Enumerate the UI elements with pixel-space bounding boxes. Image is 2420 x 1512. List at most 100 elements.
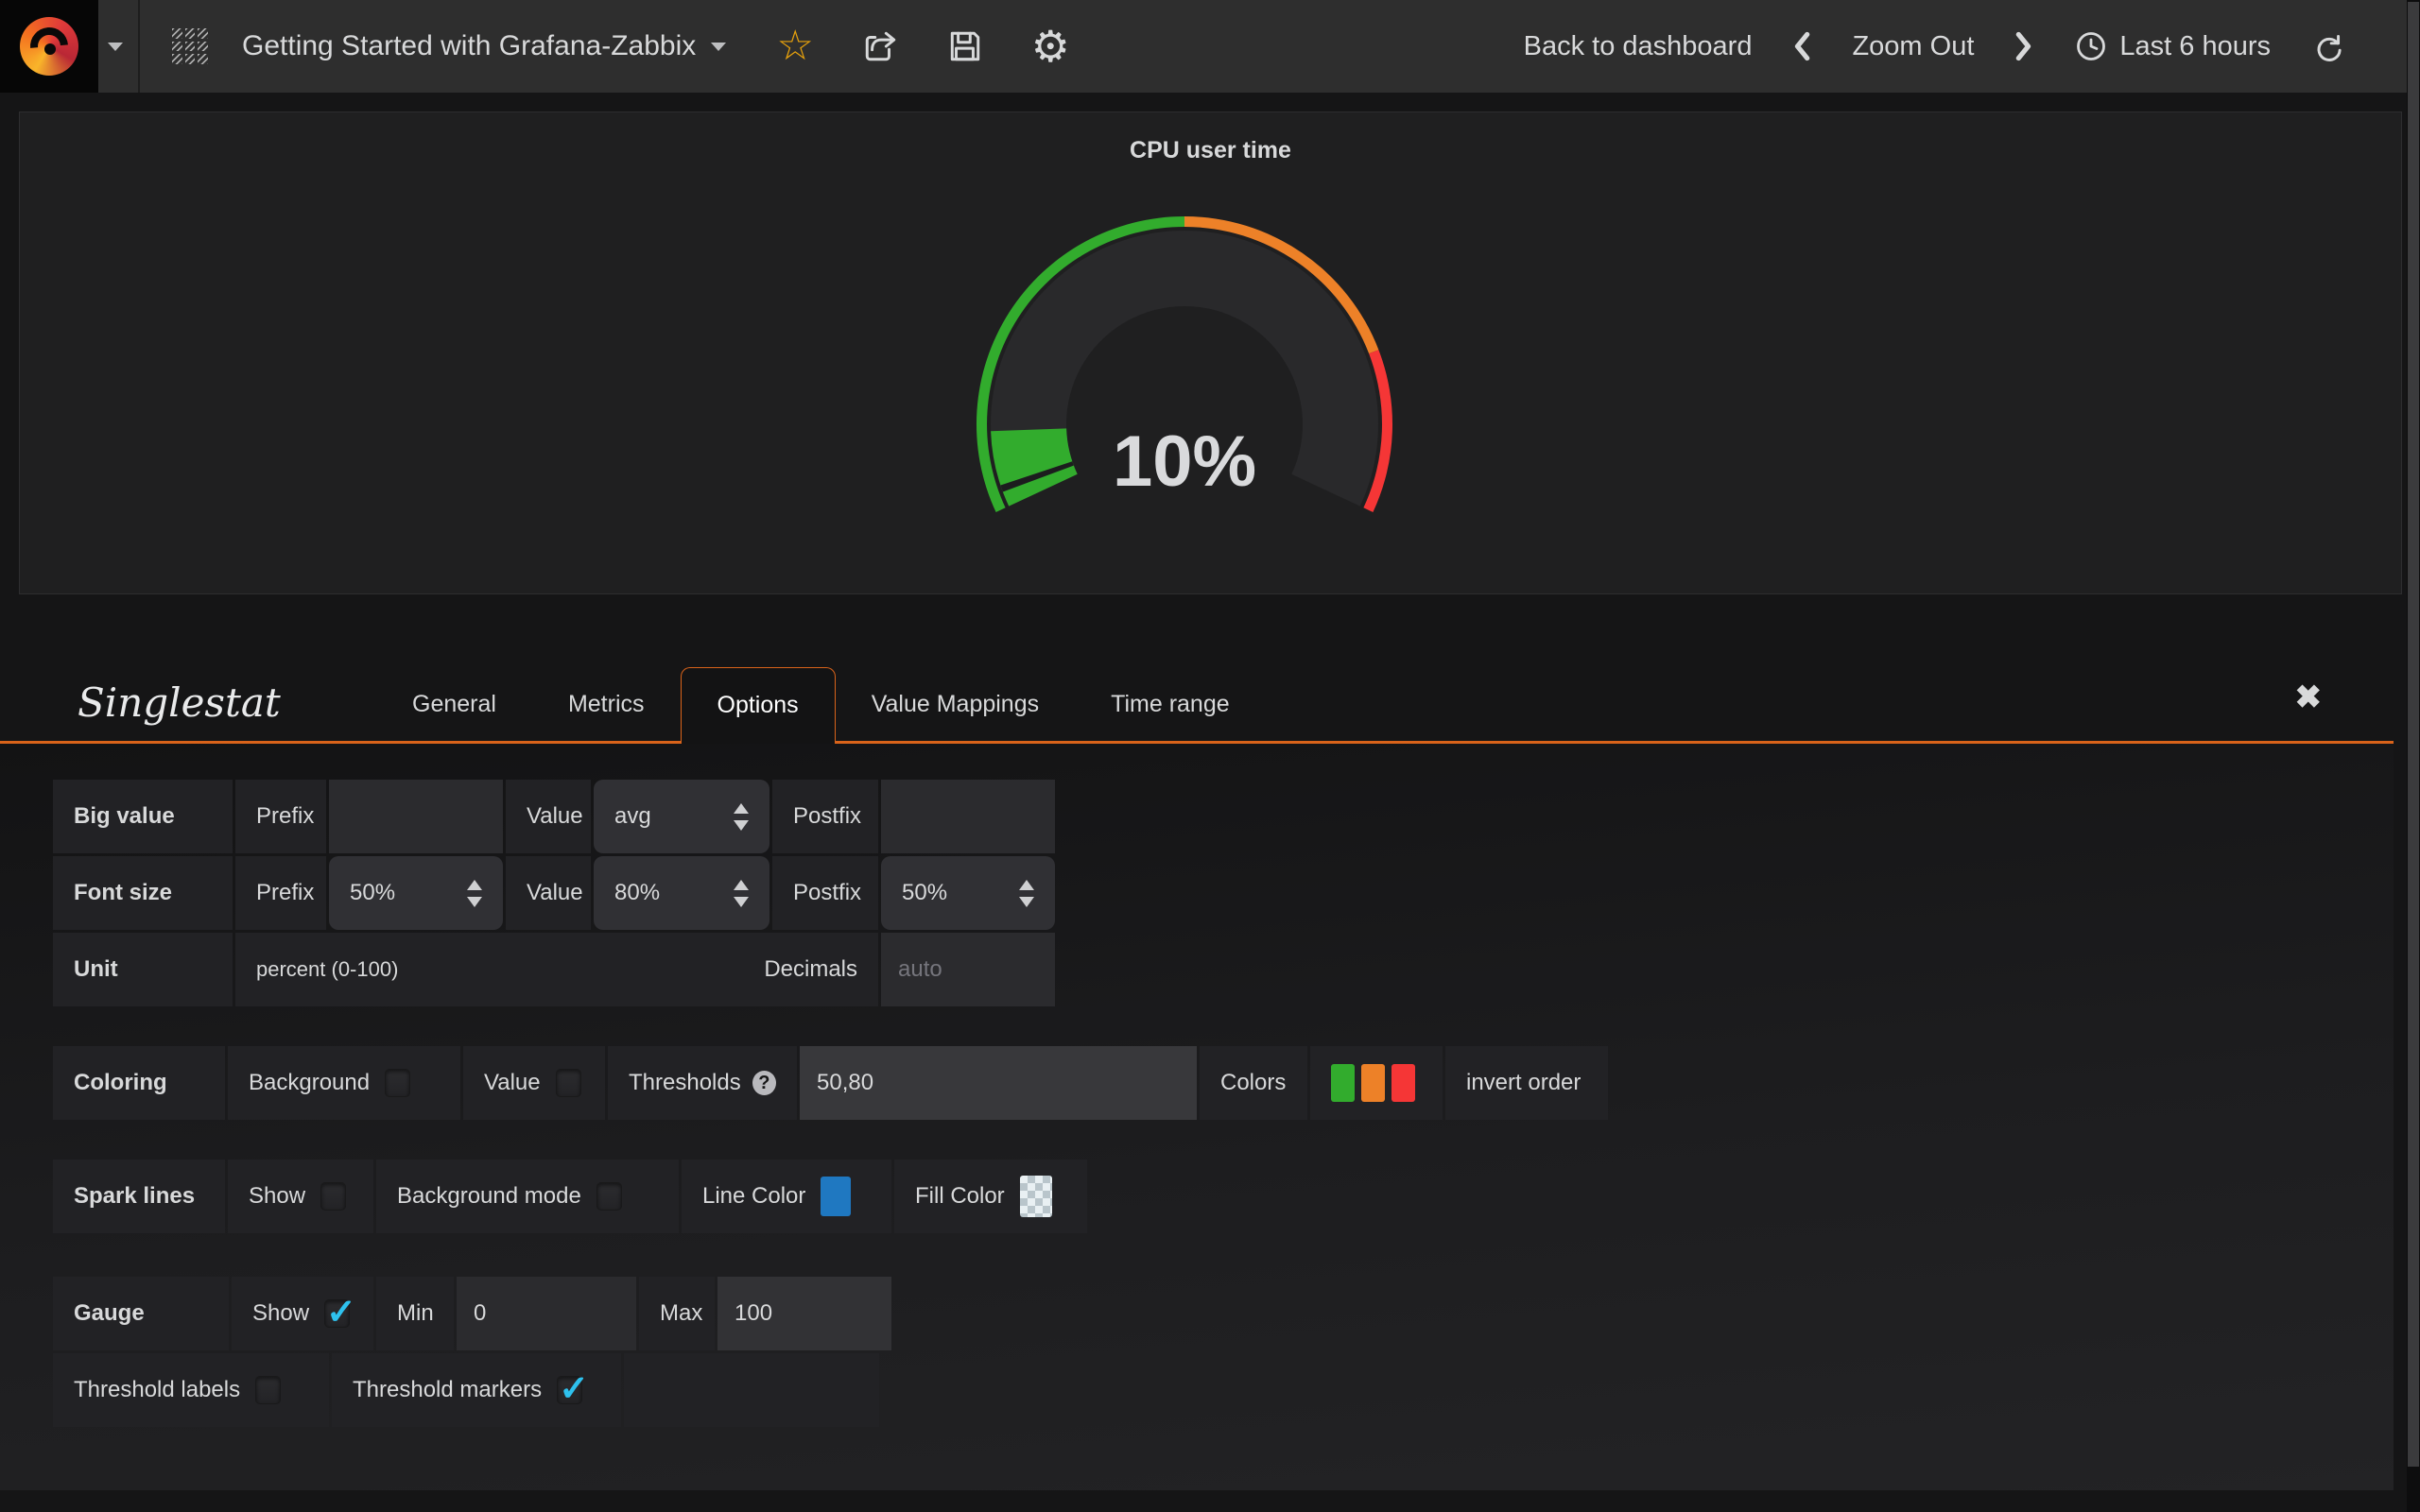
threshold-markers-cell: Threshold markers: [332, 1353, 621, 1427]
spinner-icon: [467, 880, 482, 907]
background-mode-checkbox[interactable]: [596, 1182, 622, 1211]
spark-show-cell: Show: [228, 1160, 373, 1233]
threshold-markers-checkbox[interactable]: [557, 1376, 582, 1404]
panel-type-title: Singlestat: [78, 679, 314, 726]
prefix-size-selected: 50%: [350, 880, 395, 906]
caret-down-icon[interactable]: [108, 43, 123, 51]
line-color-cell: Line Color: [682, 1160, 891, 1233]
big-value-prefix-input[interactable]: [329, 780, 503, 853]
value-stat-selected: avg: [614, 803, 651, 830]
coloring-value-cell: Value: [463, 1046, 605, 1120]
color-swatch-orange[interactable]: [1361, 1064, 1385, 1102]
value-checkbox[interactable]: [556, 1069, 581, 1097]
save-button[interactable]: [945, 26, 985, 66]
prefix-label: Prefix: [235, 780, 326, 853]
decimals-input[interactable]: [881, 933, 1055, 1006]
coloring-label: Coloring: [53, 1046, 225, 1120]
min-input[interactable]: [457, 1277, 636, 1350]
chevron-right-icon[interactable]: [2014, 31, 2034, 61]
color-swatch-green[interactable]: [1331, 1064, 1355, 1102]
thresholds-label: Thresholds: [629, 1070, 741, 1096]
color-swatch-red[interactable]: [1392, 1064, 1415, 1102]
close-editor-button[interactable]: ✖: [2295, 679, 2323, 716]
top-navbar: Getting Started with Grafana-Zabbix ☆ ⚙ …: [0, 0, 2407, 93]
min-input-cell: [457, 1277, 636, 1350]
gauge-row: Gauge Show Min Max: [53, 1277, 2394, 1350]
big-value-row: Big value Prefix Value avg Postfix: [53, 780, 2394, 853]
navbar-divider: [138, 0, 140, 93]
threshold-labels-cell: Threshold labels: [53, 1353, 329, 1427]
zoom-out-button[interactable]: Zoom Out: [1852, 31, 1974, 62]
star-icon: ☆: [777, 26, 814, 67]
gear-icon: ⚙: [1031, 25, 1070, 68]
prefix-size-select[interactable]: 50%: [329, 856, 503, 930]
background-mode-cell: Background mode: [376, 1160, 679, 1233]
background-checkbox[interactable]: [385, 1069, 410, 1097]
share-button[interactable]: [860, 26, 900, 66]
invert-order-link[interactable]: invert order: [1445, 1046, 1608, 1120]
spark-lines-row: Spark lines Show Background mode Line Co…: [53, 1160, 2394, 1233]
coloring-background-cell: Background: [228, 1046, 460, 1120]
tab-options[interactable]: Options: [681, 667, 836, 744]
threshold-labels-checkbox[interactable]: [255, 1376, 281, 1404]
font-size-label: Font size: [53, 856, 233, 930]
line-color-swatch[interactable]: [821, 1177, 851, 1216]
value-label: Value: [506, 856, 591, 930]
postfix-size-select[interactable]: 50%: [881, 856, 1055, 930]
dashboard-title-dropdown[interactable]: Getting Started with Grafana-Zabbix: [172, 28, 726, 64]
gauge-chart: 10%: [20, 112, 2401, 593]
font-size-row: Font size Prefix 50% Value 80% Postfix 5…: [53, 856, 2394, 930]
max-input-cell: [717, 1277, 891, 1350]
value-size-select[interactable]: 80%: [594, 856, 769, 930]
help-icon[interactable]: ?: [752, 1071, 776, 1095]
grafana-menu-button[interactable]: [0, 0, 98, 93]
empty-cell: [624, 1353, 879, 1427]
postfix-size-selected: 50%: [902, 880, 947, 906]
time-range-picker[interactable]: Last 6 hours: [2074, 29, 2271, 63]
postfix-input-cell: [881, 780, 1055, 853]
gauge-label: Gauge: [53, 1277, 229, 1350]
big-value-postfix-input[interactable]: [881, 780, 1055, 853]
unit-row: Unit percent (0-100) Decimals: [53, 933, 2394, 1006]
caret-down-icon: [711, 43, 726, 51]
unit-cell: percent (0-100) Decimals: [235, 933, 878, 1006]
color-swatches-cell: [1310, 1046, 1443, 1120]
colors-label: Colors: [1200, 1046, 1307, 1120]
unit-dropdown[interactable]: percent (0-100): [256, 957, 398, 982]
decimals-input-cell: [881, 933, 1055, 1006]
tab-general[interactable]: General: [376, 667, 532, 741]
value-stat-select[interactable]: avg: [594, 780, 769, 853]
settings-button[interactable]: ⚙: [1030, 26, 1070, 66]
page-scrollbar: [2407, 0, 2420, 1512]
background-mode-label: Background mode: [397, 1183, 581, 1210]
postfix-label: Postfix: [772, 856, 878, 930]
back-to-dashboard-button[interactable]: Back to dashboard: [1524, 31, 1753, 62]
value-label: Value: [506, 780, 591, 853]
grafana-logo: [20, 17, 78, 76]
threshold-markers-label: Threshold markers: [353, 1377, 542, 1403]
decimals-label: Decimals: [764, 956, 857, 983]
spark-show-checkbox[interactable]: [320, 1182, 346, 1211]
chevron-left-icon[interactable]: [1791, 31, 1812, 61]
value-size-selected: 80%: [614, 880, 660, 906]
big-value-label: Big value: [53, 780, 233, 853]
max-input[interactable]: [717, 1277, 891, 1350]
scrollbar-thumb[interactable]: [2408, 2, 2419, 1467]
fill-color-cell: Fill Color: [894, 1160, 1087, 1233]
postfix-label: Postfix: [772, 780, 878, 853]
value-label: Value: [484, 1070, 541, 1096]
thresholds-input[interactable]: [800, 1046, 1197, 1120]
tab-time-range[interactable]: Time range: [1075, 667, 1266, 741]
fill-color-swatch[interactable]: [1020, 1176, 1052, 1217]
refresh-icon[interactable]: [2310, 28, 2346, 64]
prefix-input-cell: [329, 780, 503, 853]
fill-color-label: Fill Color: [915, 1183, 1005, 1210]
favorite-star-button[interactable]: ☆: [775, 26, 815, 66]
thresholds-label-cell: Thresholds?: [608, 1046, 797, 1120]
time-range-label: Last 6 hours: [2119, 31, 2271, 62]
dashboard-title: Getting Started with Grafana-Zabbix: [242, 30, 696, 62]
gauge-show-checkbox[interactable]: [324, 1299, 350, 1328]
tab-value-mappings[interactable]: Value Mappings: [836, 667, 1075, 741]
save-icon: [947, 28, 983, 64]
tab-metrics[interactable]: Metrics: [532, 667, 681, 741]
